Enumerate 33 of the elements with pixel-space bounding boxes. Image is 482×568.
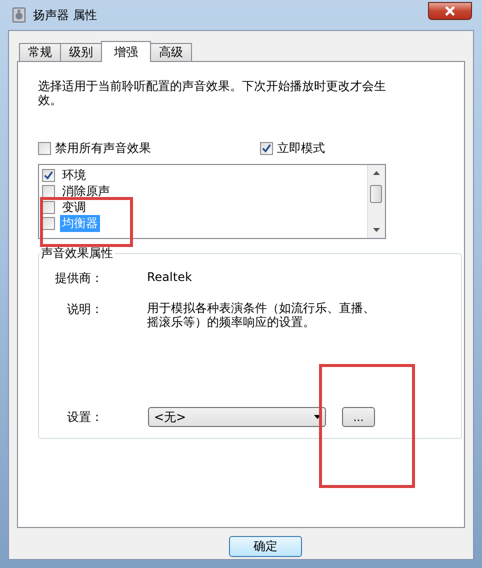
checkbox[interactable]: [42, 200, 55, 214]
description-text: 用于模拟各种表演条件（如流行乐、直播、摇滚乐等）的频率响应的设置。: [147, 301, 376, 329]
checkbox-label: 禁用所有声音效果: [55, 140, 151, 157]
tab[interactable]: 级别: [60, 43, 102, 61]
scroll-down-icon[interactable]: [373, 228, 380, 232]
checkbox-label: 立即模式: [277, 140, 325, 157]
setting-dropdown[interactable]: <无>: [148, 407, 326, 427]
scroll-up-icon[interactable]: [373, 171, 380, 175]
scroll-thumb[interactable]: [370, 185, 382, 203]
checkbox[interactable]: [38, 142, 51, 155]
close-button[interactable]: [428, 2, 472, 20]
intro-text: 选择适用于当前聆听配置的声音效果。下次开始播放时更改才会生效。: [38, 79, 387, 107]
window-title: 扬声器 属性: [33, 6, 98, 24]
close-icon: [444, 6, 456, 16]
dropdown-arrow-icon: [314, 415, 321, 419]
scrollbar[interactable]: [367, 165, 385, 238]
checkbox[interactable]: [42, 216, 55, 230]
checkbox[interactable]: [260, 142, 273, 155]
setting-label: 设置：: [66, 408, 103, 426]
checkbox[interactable]: [42, 168, 55, 182]
ok-button[interactable]: 确定: [229, 536, 302, 557]
more-button[interactable]: ...: [342, 407, 375, 427]
provider-value: Realtek: [147, 270, 193, 286]
list-item[interactable]: 消除原声: [60, 182, 112, 200]
tab[interactable]: 常规: [19, 43, 61, 61]
provider-label: 提供商：: [54, 270, 103, 287]
description-label: 说明：: [66, 301, 103, 318]
speaker-icon: [12, 7, 26, 23]
list-item[interactable]: 环境: [60, 166, 88, 184]
list-item[interactable]: 变调: [60, 198, 88, 216]
checkbox[interactable]: [42, 184, 55, 198]
tab[interactable]: 增强: [101, 41, 151, 62]
tab[interactable]: 高级: [150, 43, 192, 61]
